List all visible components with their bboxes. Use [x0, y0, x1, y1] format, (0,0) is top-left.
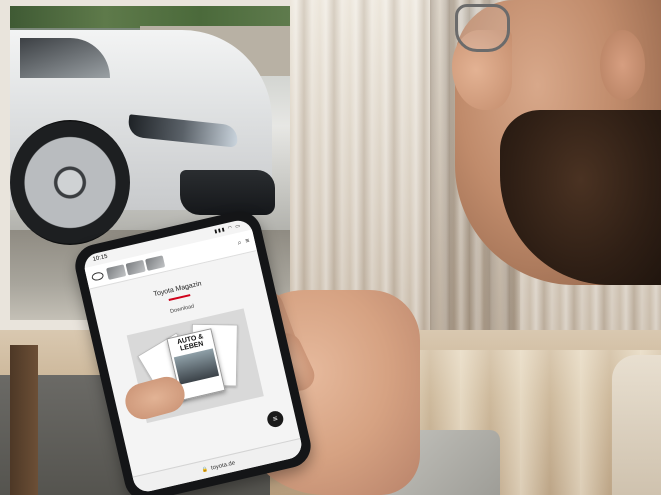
status-time: 10:15 — [92, 253, 109, 263]
menu-icon[interactable]: ≡ — [245, 237, 251, 245]
search-icon[interactable]: ⌕ — [237, 239, 243, 248]
armchair — [612, 355, 661, 495]
title-underline — [168, 294, 191, 301]
car-wheel — [10, 120, 130, 245]
hedge — [10, 6, 295, 28]
man-ear — [600, 30, 645, 100]
car-headlight — [127, 114, 239, 148]
url-text: toyota.de — [210, 459, 236, 472]
vehicle-thumbnail[interactable] — [105, 263, 127, 280]
toyota-logo-icon[interactable] — [90, 270, 105, 282]
photo-scene: 10:15 ▮▮▮ ◠ ▭ ⌕ ≡ Toyota Magazin Downloa… — [0, 0, 661, 495]
cover-car-image — [173, 348, 220, 385]
vehicle-thumbnail[interactable] — [125, 259, 146, 276]
glasses — [455, 4, 510, 52]
lock-icon: 🔒 — [201, 466, 209, 474]
car-grille — [180, 170, 275, 215]
menu-fab-button[interactable]: ≡ — [265, 409, 285, 429]
side-table — [10, 345, 38, 495]
vehicle-thumbnail[interactable] — [144, 254, 166, 271]
car-windshield — [20, 38, 110, 78]
